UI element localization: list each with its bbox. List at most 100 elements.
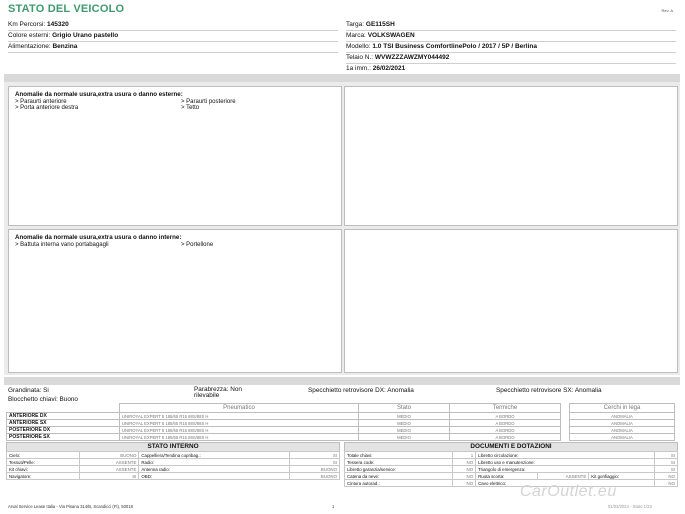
kv-value: BUONO xyxy=(78,451,140,459)
kv-value: NO xyxy=(451,472,477,480)
section-separator xyxy=(4,377,680,385)
kv-value: ASSENTE xyxy=(537,472,590,480)
info-value: Benzina xyxy=(52,43,78,50)
kv-key: Triangolo di emergenza: xyxy=(475,465,655,473)
kv-key: Ruota scorta: xyxy=(475,472,539,480)
info-row: Telaio N.: WVWZZZAWZMY044492 xyxy=(346,53,676,64)
kv-key: Cielo: xyxy=(6,451,80,459)
kv-value: ASSENTE xyxy=(78,465,140,473)
watermark: CarOutlet.eu xyxy=(520,483,617,500)
info-row: Targa: GE115SH xyxy=(346,20,676,31)
tyre-model: UNIROYAL EXPERT 5 185/65 R15 88S/88S H xyxy=(119,419,359,427)
tyre-state: MEDIO xyxy=(358,426,450,434)
tyre-state: MEDIO xyxy=(358,419,450,427)
kv-value: BUONO xyxy=(289,472,340,480)
table-row: Libretto garanzia/service: NO Triangolo … xyxy=(344,465,679,473)
table-gap xyxy=(561,427,570,434)
table-row: POSTERIORE SX UNIROYAL EXPERT 5 185/65 R… xyxy=(6,433,675,441)
kv-value: NO xyxy=(653,479,679,487)
check-grandinata: Grandinata: Si xyxy=(8,387,49,394)
info-row: Modello: 1.0 TSI Business ComfortlinePol… xyxy=(346,42,676,53)
info-value: GE115SH xyxy=(365,21,395,28)
tyre-position: ANTERIORE DX xyxy=(6,412,120,420)
table-header: Cerchi in lega xyxy=(569,403,675,413)
tyre-position: POSTERIORE DX xyxy=(6,426,120,434)
kv-value: SI xyxy=(78,472,140,480)
tyre-termiche: A BORDO xyxy=(449,433,561,441)
info-row: Km Percorsi: 145320 xyxy=(8,20,338,31)
info-value: Grigio Urano pastello xyxy=(52,32,119,39)
info-value: 145320 xyxy=(47,21,69,28)
internal-damage-panel: Anomalie da normale usura,extra usura o … xyxy=(8,229,342,373)
tyre-model: UNIROYAL EXPERT 5 185/65 R15 88S/88S H xyxy=(119,433,359,441)
info-value: WVWZZZAWZMY044492 xyxy=(374,54,450,61)
internal-damage-photo-panel xyxy=(344,229,678,373)
tyre-rim: ANOMALIA xyxy=(569,433,675,441)
tyre-termiche: A BORDO xyxy=(449,412,561,420)
footer-company: Arval Service Lease Italia - Via Pisana … xyxy=(8,504,133,509)
kv-key: Libretto garanzia/service: xyxy=(344,465,453,473)
tyre-rim: ANOMALIA xyxy=(569,412,675,420)
kv-value: SI xyxy=(289,451,340,459)
footer-right-text: 01/03/2024 - Stato 1/23 xyxy=(608,504,652,509)
info-value: VOLKSWAGEN xyxy=(367,32,415,39)
info-label: Marca: xyxy=(346,32,366,39)
kv-key: OBD: xyxy=(138,472,291,480)
kv-value: NO xyxy=(451,479,477,487)
table-gap xyxy=(561,434,570,441)
table-header-gap xyxy=(561,404,570,413)
kv-key: Kit chiavi: xyxy=(6,465,80,473)
tyre-rim: ANOMALIA xyxy=(569,426,675,434)
internal-damage-title: Anomalie da normale usura,extra usura o … xyxy=(15,234,182,241)
table-header: Stato xyxy=(358,403,450,413)
kv-key: Radio: xyxy=(138,458,291,466)
table-header: Pneumatico xyxy=(119,403,359,413)
section-separator xyxy=(4,74,680,82)
external-damage-panel: Anomalie da normale usura,extra usura o … xyxy=(8,86,342,226)
tyre-state: MEDIO xyxy=(358,412,450,420)
kv-key: Kit gonfiaggio: xyxy=(588,472,655,480)
documents-table: Totale chiavi: 1 Libretto circolazione: … xyxy=(344,451,679,487)
kv-value: NO xyxy=(451,465,477,473)
info-label: Alimentazione: xyxy=(8,43,51,50)
info-label: Modello: xyxy=(346,43,371,50)
damage-item: > Battuta interna vano portabagagli xyxy=(15,242,109,248)
kv-key: Navigatore: xyxy=(6,472,80,480)
kv-key: Catena da neve: xyxy=(344,472,453,480)
footer-page-number: 1 xyxy=(332,504,335,509)
table-header: Termiche xyxy=(449,403,561,413)
table-header-row: Pneumatico Stato Termiche Cerchi in lega xyxy=(7,403,675,413)
table-row: Cintura autorad.: NO Cavo elettrico: NO xyxy=(344,479,679,487)
info-value: 1.0 TSI Business ComfortlinePolo / 2017 … xyxy=(372,43,537,50)
kv-value: NO xyxy=(653,472,679,480)
kv-key: Libretto uso e manutenzione: xyxy=(475,458,655,466)
info-row: Marca: VOLKSWAGEN xyxy=(346,31,676,42)
kv-value: ASSENTE xyxy=(78,458,140,466)
table-row: Totale chiavi: 1 Libretto circolazione: … xyxy=(344,451,679,459)
check-mirror-dx: Specchietto retrovisore DX: Anomalia xyxy=(308,387,414,394)
info-row: Alimentazione: Benzina xyxy=(8,42,338,53)
table-row: ANTERIORE SX UNIROYAL EXPERT 5 185/65 R1… xyxy=(6,419,675,427)
damage-item: > Tetto xyxy=(181,105,200,111)
table-gap xyxy=(561,413,570,420)
info-row: Colore esterni: Grigio Urano pastello xyxy=(8,31,338,42)
info-label: Telaio N.: xyxy=(346,54,374,61)
table-row: POSTERIORE DX UNIROYAL EXPERT 5 185/65 R… xyxy=(6,426,675,434)
tyre-position: ANTERIORE SX xyxy=(6,419,120,427)
table-row: Tessera code: NO Libretto uso e manutenz… xyxy=(344,458,679,466)
kv-key: Tessera code: xyxy=(344,458,453,466)
info-value: 26/02/2021 xyxy=(372,65,406,72)
damage-item: > Porta anteriore destra xyxy=(15,105,79,111)
tyre-position: POSTERIORE SX xyxy=(6,433,120,441)
table-row: Navigatore: SI OBD: BUONO xyxy=(6,472,340,480)
interior-table: Cielo: BUONO Cappelliera/Tendina copriba… xyxy=(6,451,340,480)
info-label: Targa: xyxy=(346,21,365,28)
kv-key: Antenna radio: xyxy=(138,465,291,473)
table-row: Catena da neve: NO Ruota scorta: ASSENTE… xyxy=(344,472,679,480)
table-header-spacer xyxy=(7,404,120,413)
tyres-table: Pneumatico Stato Termiche Cerchi in lega… xyxy=(6,403,675,441)
kv-value: SI xyxy=(653,458,679,466)
tyre-model: UNIROYAL EXPERT 5 185/65 R15 88S/88S H xyxy=(119,412,359,420)
kv-value: SI xyxy=(653,465,679,473)
table-gap xyxy=(561,420,570,427)
